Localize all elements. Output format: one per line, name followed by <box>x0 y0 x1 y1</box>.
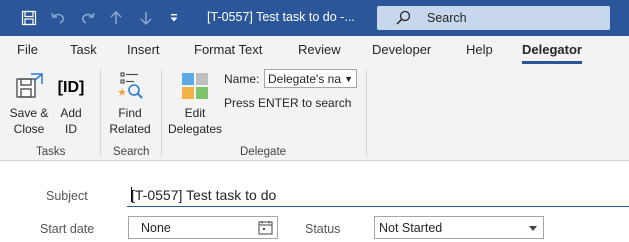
ribbon: Save & Close [ID] Add ID Tasks Find Rela… <box>0 64 629 161</box>
find-related-icon <box>118 72 143 99</box>
group-separator <box>161 70 162 156</box>
search-placeholder: Search <box>427 11 467 25</box>
search-box[interactable]: Search <box>377 6 610 30</box>
tab-delegator[interactable]: Delegator <box>522 42 582 64</box>
save-icon[interactable] <box>19 8 39 28</box>
group-label-search: Search <box>113 146 150 158</box>
find-related-button[interactable]: Find Related <box>108 70 152 137</box>
tab-developer[interactable]: Developer <box>372 42 431 57</box>
status-label: Status <box>305 222 341 236</box>
tab-review[interactable]: Review <box>298 42 341 57</box>
edit-delegates-button[interactable]: Edit Delegates <box>167 70 223 137</box>
tab-format-text[interactable]: Format Text <box>194 42 262 57</box>
edit-delegates-icon <box>182 73 208 99</box>
tab-insert[interactable]: Insert <box>127 42 160 57</box>
group-label-tasks: Tasks <box>36 146 66 158</box>
chevron-down-icon: ▼ <box>344 74 353 84</box>
save-close-icon <box>16 73 43 98</box>
subject-input[interactable]: [T-0557] Test task to do <box>127 183 629 207</box>
down-arrow-icon[interactable] <box>136 8 156 28</box>
save-close-label: Save & Close <box>9 106 49 136</box>
window-title: [T-0557] Test task to do -... <box>207 10 355 24</box>
start-date-label: Start date <box>40 222 95 236</box>
text-cursor <box>131 187 132 202</box>
id-icon: [ID] <box>58 79 85 96</box>
undo-icon[interactable] <box>48 8 68 28</box>
delegate-name-value: Delegate's na <box>268 72 342 86</box>
group-label-delegate: Delegate <box>240 146 287 158</box>
task-form: Subject [T-0557] Test task to do Start d… <box>0 161 629 242</box>
add-id-label: Add ID <box>60 106 82 136</box>
start-date-value: None <box>141 221 171 235</box>
group-separator <box>100 70 101 156</box>
add-id-button[interactable]: [ID] Add ID <box>55 70 87 137</box>
save-close-button[interactable]: Save & Close <box>8 70 50 137</box>
calendar-icon[interactable] <box>258 220 273 235</box>
subject-value: [T-0557] Test task to do <box>131 187 277 203</box>
start-date-input[interactable]: None <box>128 216 278 239</box>
up-arrow-icon[interactable] <box>106 8 126 28</box>
tab-file[interactable]: File <box>17 42 38 57</box>
chevron-down-icon <box>529 226 537 231</box>
tab-task[interactable]: Task <box>70 42 97 57</box>
search-hint: Press ENTER to search <box>224 96 352 110</box>
delegate-name-label: Name: <box>224 72 260 86</box>
customize-icon[interactable] <box>164 8 184 28</box>
subject-label: Subject <box>46 189 88 203</box>
group-separator <box>366 70 367 156</box>
redo-icon[interactable] <box>78 8 98 28</box>
svg-text:[ID]: [ID] <box>58 79 85 96</box>
edit-delegates-label: Edit Delegates <box>167 106 223 136</box>
delegate-name-select[interactable]: Delegate's na ▼ <box>264 69 357 88</box>
title-bar: [T-0557] Test task to do -... Search <box>0 0 629 36</box>
tab-help[interactable]: Help <box>466 42 493 57</box>
status-select[interactable]: Not Started <box>374 216 544 239</box>
status-value: Not Started <box>379 221 443 235</box>
ribbon-tabs: File Task Insert Format Text Review Deve… <box>0 36 629 64</box>
find-related-label: Find Related <box>109 106 151 136</box>
search-icon <box>396 10 411 25</box>
